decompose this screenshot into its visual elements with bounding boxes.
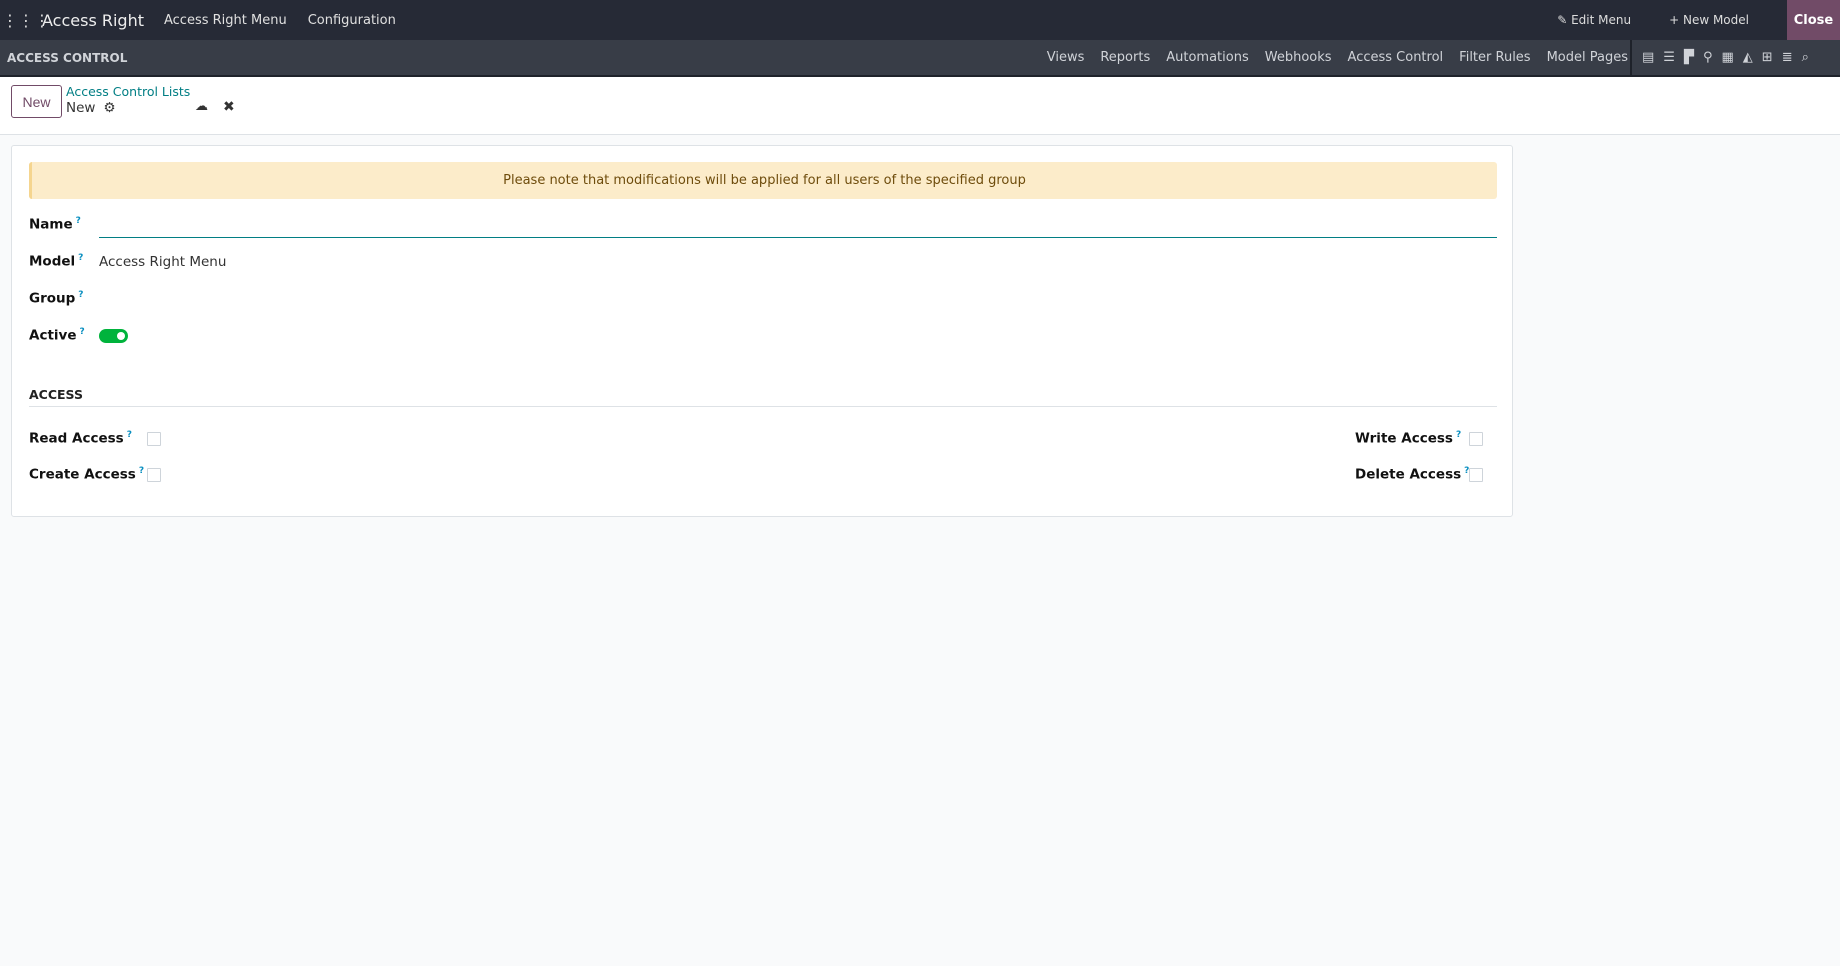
discard-icon[interactable]: ✖: [223, 99, 235, 115]
help-icon[interactable]: ?: [127, 430, 132, 440]
activity-view-icon[interactable]: ≣: [1782, 50, 1793, 65]
menu-configuration[interactable]: Configuration: [308, 13, 396, 28]
plus-icon: +: [1669, 13, 1680, 27]
studio-nav: Views Reports Automations Webhooks Acces…: [1031, 40, 1628, 75]
list-view-icon[interactable]: ☰: [1663, 50, 1675, 65]
read-access-text: Read Access: [29, 430, 124, 447]
read-access-checkbox[interactable]: [147, 432, 161, 446]
name-label: Name?: [29, 216, 81, 233]
group-label-text: Group: [29, 290, 76, 307]
create-access-label: Create Access?: [29, 466, 144, 483]
nav-webhooks[interactable]: Webhooks: [1265, 50, 1332, 65]
form-sheet: Please note that modifications will be a…: [11, 145, 1513, 517]
active-toggle[interactable]: [99, 329, 128, 343]
app-title[interactable]: Access Right: [42, 11, 144, 30]
active-label: Active?: [29, 327, 85, 344]
graph-view-icon[interactable]: ◭: [1743, 50, 1753, 65]
nav-access-control[interactable]: Access Control: [1348, 50, 1444, 65]
breadcrumb-current: New ⚙: [66, 100, 116, 116]
help-icon[interactable]: ?: [78, 290, 83, 300]
create-access-text: Create Access: [29, 466, 136, 483]
new-button[interactable]: New: [11, 85, 62, 118]
save-cloud-icon[interactable]: ☁: [195, 99, 208, 114]
active-label-text: Active: [29, 327, 77, 344]
model-value: Access Right Menu: [99, 254, 227, 270]
close-button[interactable]: Close: [1787, 0, 1840, 40]
help-icon[interactable]: ?: [76, 216, 81, 226]
search-icon[interactable]: ⌕: [1802, 50, 1809, 65]
pivot-view-icon[interactable]: ⊞: [1762, 50, 1773, 65]
create-access-checkbox[interactable]: [147, 468, 161, 482]
breadcrumb-access-control-lists[interactable]: Access Control Lists: [66, 84, 190, 99]
menu-access-right-menu[interactable]: Access Right Menu: [164, 13, 287, 28]
help-icon[interactable]: ?: [139, 466, 144, 476]
model-label-text: Model: [29, 253, 76, 270]
name-input[interactable]: [99, 210, 1497, 238]
apps-menu-icon[interactable]: ⋮⋮⋮: [2, 11, 50, 30]
help-icon[interactable]: ?: [78, 253, 83, 263]
map-view-icon[interactable]: ⚲: [1703, 50, 1713, 65]
calendar-view-icon[interactable]: ▦: [1721, 50, 1733, 65]
form-view-icon[interactable]: ▤: [1642, 50, 1654, 65]
view-switcher: ▤ ☰ ▛ ⚲ ▦ ◭ ⊞ ≣ ⌕: [1630, 40, 1818, 75]
delete-access-checkbox[interactable]: [1469, 468, 1483, 482]
studio-subbar: ACCESS CONTROL Views Reports Automations…: [0, 40, 1840, 77]
edit-menu-label: Edit Menu: [1571, 13, 1632, 27]
control-panel: New Access Control Lists New ⚙ ☁ ✖: [0, 77, 1840, 135]
new-model-button[interactable]: + New Model: [1669, 13, 1749, 27]
nav-automations[interactable]: Automations: [1166, 50, 1249, 65]
access-section-title: ACCESS: [29, 387, 1497, 407]
help-icon[interactable]: ?: [80, 327, 85, 337]
nav-filter-rules[interactable]: Filter Rules: [1459, 50, 1530, 65]
top-navbar: ⋮⋮⋮ Access Right Access Right Menu Confi…: [0, 0, 1840, 40]
delete-access-label: Delete Access?: [1355, 466, 1469, 483]
nav-views[interactable]: Views: [1047, 50, 1085, 65]
section-title: ACCESS CONTROL: [7, 50, 128, 65]
name-label-text: Name: [29, 216, 73, 233]
read-access-label: Read Access?: [29, 430, 132, 447]
write-access-checkbox[interactable]: [1469, 432, 1483, 446]
nav-reports[interactable]: Reports: [1100, 50, 1150, 65]
new-model-label: New Model: [1682, 13, 1749, 27]
nav-model-pages[interactable]: Model Pages: [1547, 50, 1628, 65]
delete-access-text: Delete Access: [1355, 466, 1462, 483]
write-access-label: Write Access?: [1355, 430, 1461, 447]
model-label: Model?: [29, 253, 83, 270]
warning-alert: Please note that modifications will be a…: [29, 162, 1497, 199]
group-label: Group?: [29, 290, 84, 307]
help-icon[interactable]: ?: [1456, 430, 1461, 440]
edit-menu-button[interactable]: ✎ Edit Menu: [1557, 13, 1631, 27]
kanban-view-icon[interactable]: ▛: [1684, 50, 1694, 65]
record-name: New: [66, 100, 96, 116]
write-access-text: Write Access: [1355, 430, 1453, 447]
gear-icon[interactable]: ⚙: [103, 100, 115, 116]
pencil-icon: ✎: [1557, 13, 1568, 27]
